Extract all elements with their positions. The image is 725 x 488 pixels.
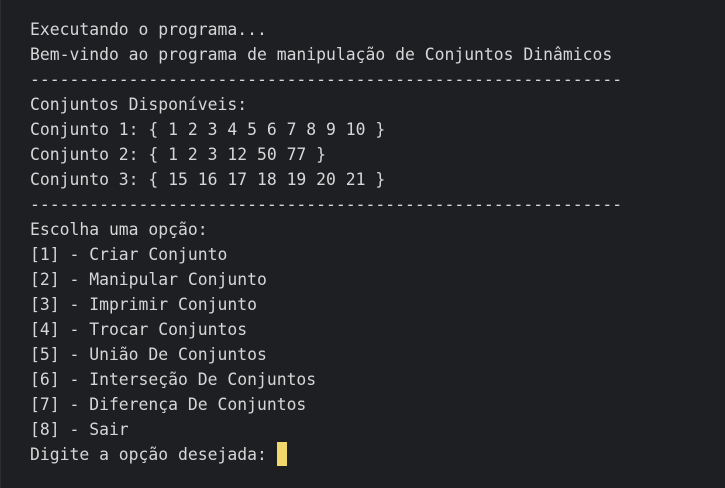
set-line-1: Conjunto 1: { 1 2 3 4 5 6 7 8 9 10 } (30, 120, 386, 139)
menu-option-8: [8] - Sair (30, 420, 129, 439)
menu-option-5: [5] - União De Conjuntos (30, 345, 267, 364)
separator-bottom: ----------------------------------------… (30, 195, 623, 214)
terminal-output: Executando o programa... Bem-vindo ao pr… (0, 0, 725, 488)
status-line: Executando o programa... (30, 20, 267, 39)
set-line-3: Conjunto 3: { 15 16 17 18 19 20 21 } (30, 170, 386, 189)
menu-option-4: [4] - Trocar Conjuntos (30, 320, 248, 339)
separator-top: ----------------------------------------… (30, 70, 623, 89)
menu-option-7: [7] - Diferença De Conjuntos (30, 395, 307, 414)
menu-option-3: [3] - Imprimir Conjunto (30, 295, 257, 314)
welcome-line: Bem-vindo ao programa de manipulação de … (30, 45, 613, 64)
menu-header: Escolha uma opção: (30, 220, 208, 239)
set-line-2: Conjunto 2: { 1 2 3 12 50 77 } (30, 145, 327, 164)
text-cursor[interactable] (276, 442, 287, 466)
menu-option-6: [6] - Interseção De Conjuntos (30, 370, 317, 389)
input-line[interactable]: Digite a opção desejada: (30, 442, 725, 467)
input-prompt: Digite a opção desejada: (30, 445, 267, 464)
menu-option-1: [1] - Criar Conjunto (30, 245, 228, 264)
sets-header: Conjuntos Disponíveis: (30, 95, 248, 114)
menu-option-2: [2] - Manipular Conjunto (30, 270, 267, 289)
